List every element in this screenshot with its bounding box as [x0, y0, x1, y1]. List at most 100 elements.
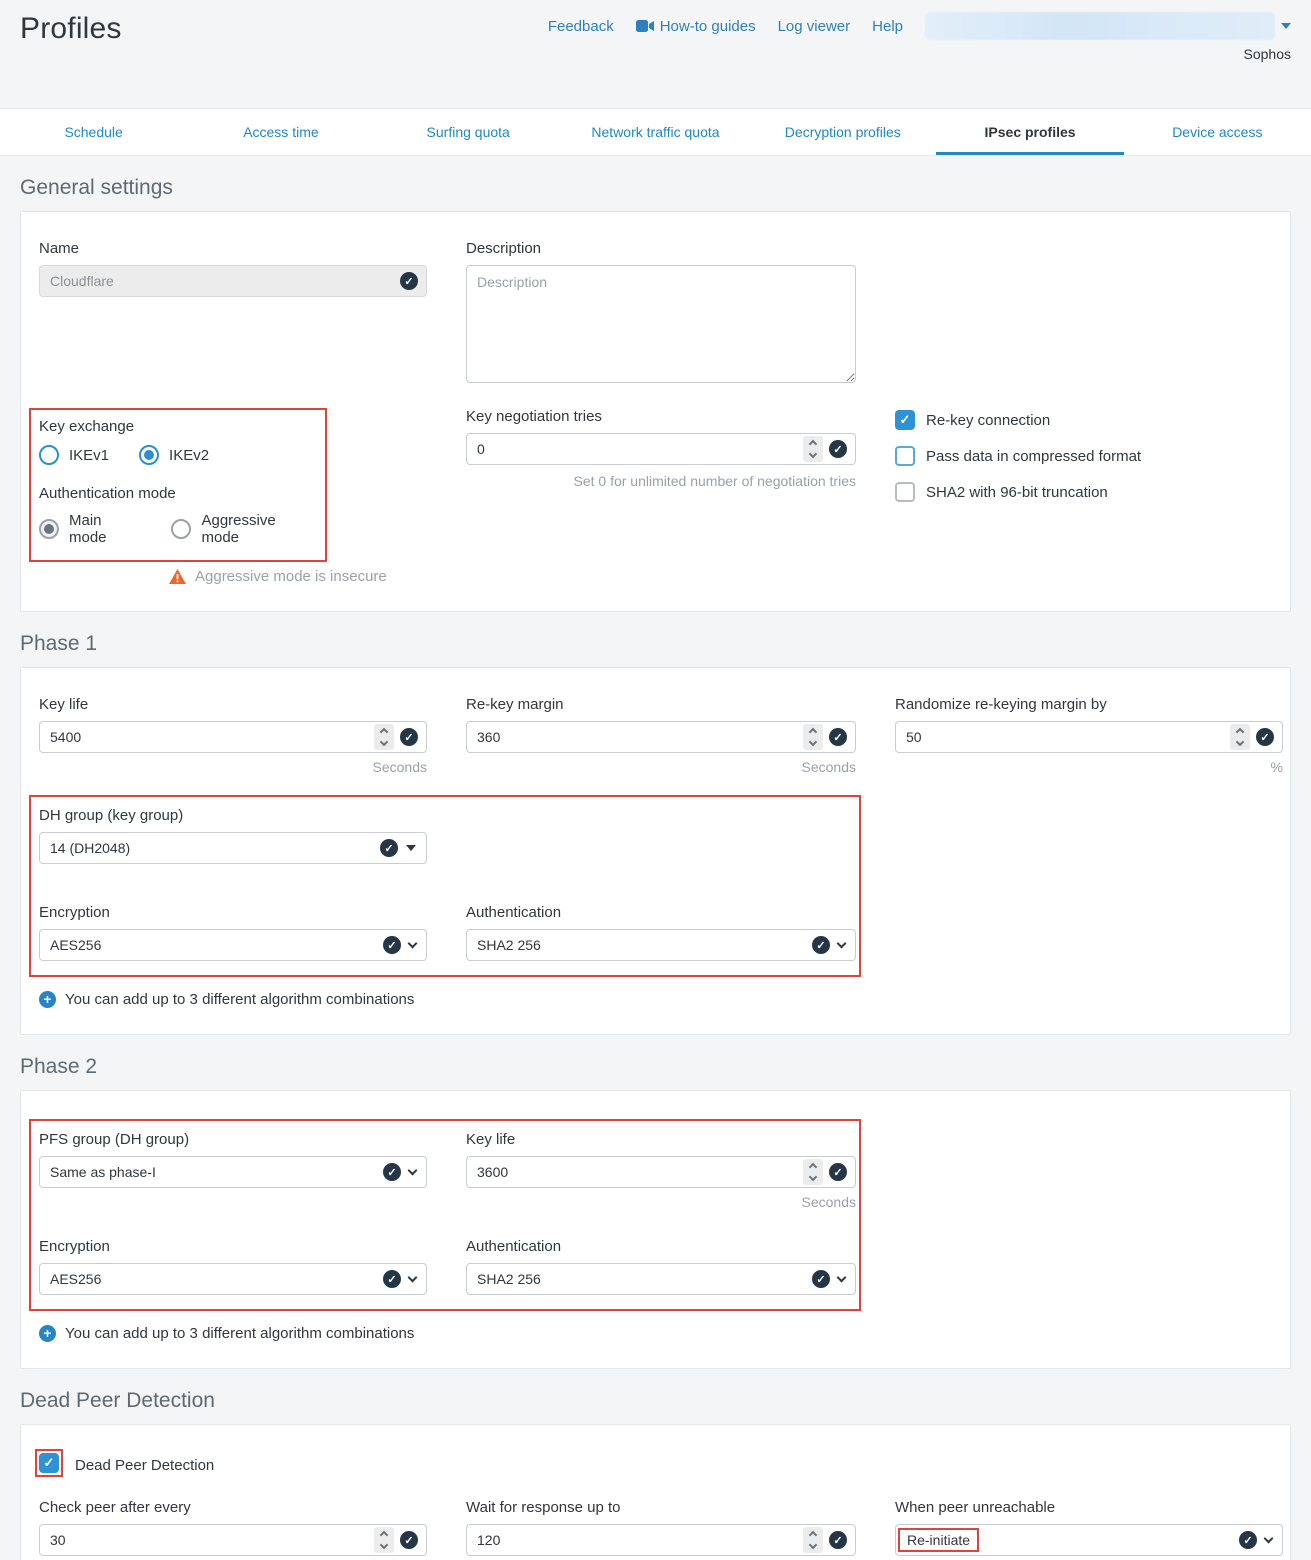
phase1-rekey-margin-value[interactable]: [477, 729, 797, 745]
key-negotiation-label: Key negotiation tries: [466, 408, 856, 425]
number-stepper[interactable]: [803, 724, 823, 750]
dpd-checkbox-icon[interactable]: [39, 1453, 59, 1473]
key-negotiation-input[interactable]: [466, 433, 856, 465]
valid-check-icon: [383, 1163, 401, 1181]
phase2-encryption-select[interactable]: AES256: [39, 1263, 427, 1295]
dpd-check-peer-input[interactable]: [39, 1524, 427, 1556]
phase1-encryption-select[interactable]: AES256: [39, 929, 427, 961]
rekey-connection-checkbox[interactable]: Re-key connection: [895, 410, 1283, 430]
phase2-heading: Phase 2: [20, 1055, 1291, 1079]
dpd-wait-response-value[interactable]: [477, 1532, 797, 1548]
radio-main-mode[interactable]: Main mode: [39, 512, 141, 546]
chevron-down-icon[interactable]: [408, 1273, 418, 1283]
phase2-keylife-group: Key life Seconds: [466, 1131, 856, 1210]
add-icon[interactable]: [39, 1325, 56, 1342]
tab-ipsec-profiles[interactable]: IPsec profiles: [936, 109, 1123, 155]
name-input[interactable]: [39, 265, 427, 297]
phase1-keylife-input[interactable]: [39, 721, 427, 753]
number-stepper[interactable]: [803, 1527, 823, 1553]
phase2-encryption-value: AES256: [50, 1271, 377, 1287]
key-negotiation-value[interactable]: [477, 441, 797, 457]
compressed-format-checkbox[interactable]: Pass data in compressed format: [895, 446, 1283, 466]
phase2-keylife-label: Key life: [466, 1131, 856, 1148]
add-icon[interactable]: [39, 991, 56, 1008]
phase1-randomize-value[interactable]: [906, 729, 1224, 745]
dpd-check-peer-value[interactable]: [50, 1532, 368, 1548]
dpd-peer-unreachable-select[interactable]: Re-initiate: [895, 1524, 1283, 1556]
phase1-encryption-value: AES256: [50, 937, 377, 953]
phase2-keylife-value[interactable]: [477, 1164, 797, 1180]
phase1-dh-value: 14 (DH2048): [50, 840, 374, 856]
number-stepper[interactable]: [803, 436, 823, 462]
phase1-authentication-group: Authentication SHA2 256: [466, 904, 856, 961]
name-input-value[interactable]: [50, 273, 394, 289]
phase1-authentication-select[interactable]: SHA2 256: [466, 929, 856, 961]
tab-schedule[interactable]: Schedule: [0, 109, 187, 155]
phase1-dh-select[interactable]: 14 (DH2048): [39, 832, 427, 864]
chevron-down-icon[interactable]: [408, 939, 418, 949]
tab-surfing-quota[interactable]: Surfing quota: [375, 109, 562, 155]
radio-ikev1-icon[interactable]: [39, 445, 59, 465]
number-stepper[interactable]: [374, 1527, 394, 1553]
account-menu[interactable]: [925, 12, 1291, 40]
sha2-truncation-checkbox-icon[interactable]: [895, 482, 915, 502]
valid-check-icon: [1256, 728, 1274, 746]
page-header: Profiles Feedback How-to guides Log view…: [0, 0, 1311, 108]
dropdown-caret-icon[interactable]: [406, 845, 416, 851]
tab-decryption-profiles[interactable]: Decryption profiles: [749, 109, 936, 155]
radio-aggressive-mode[interactable]: Aggressive mode: [171, 512, 315, 546]
number-stepper[interactable]: [374, 724, 394, 750]
help-link[interactable]: Help: [872, 18, 903, 35]
chevron-down-icon[interactable]: [837, 1273, 847, 1283]
feedback-label: Feedback: [548, 18, 614, 35]
number-stepper[interactable]: [1230, 724, 1250, 750]
dpd-check-peer-group: Check peer after every Seconds: [39, 1499, 427, 1560]
tab-network-traffic-quota[interactable]: Network traffic quota: [562, 109, 749, 155]
number-stepper[interactable]: [803, 1159, 823, 1185]
radio-ikev2[interactable]: IKEv2: [139, 445, 209, 465]
chevron-down-icon[interactable]: [1264, 1534, 1274, 1544]
phase2-authentication-select[interactable]: SHA2 256: [466, 1263, 856, 1295]
phase1-card: Key life Seconds Re-key margin Seconds: [20, 667, 1291, 1035]
phase1-keylife-value[interactable]: [50, 729, 368, 745]
radio-aggressive-mode-label: Aggressive mode: [201, 512, 315, 546]
valid-check-icon: [400, 272, 418, 290]
phase1-note-text: You can add up to 3 different algorithm …: [65, 991, 414, 1008]
valid-check-icon: [380, 839, 398, 857]
dpd-card: Dead Peer Detection Check peer after eve…: [20, 1424, 1291, 1560]
phase1-dh-group: DH group (key group) 14 (DH2048): [39, 807, 427, 864]
chevron-down-icon[interactable]: [408, 1166, 418, 1176]
phase1-rekey-margin-input[interactable]: [466, 721, 856, 753]
phase2-keylife-input[interactable]: [466, 1156, 856, 1188]
feedback-link[interactable]: Feedback: [548, 18, 614, 35]
phase1-randomize-unit: %: [895, 759, 1283, 775]
description-textarea[interactable]: [466, 265, 856, 383]
dpd-wait-response-input[interactable]: [466, 1524, 856, 1556]
chevron-down-icon[interactable]: [837, 939, 847, 949]
peer-unreachable-highlight-box: Re-initiate: [898, 1528, 979, 1552]
tab-access-time[interactable]: Access time: [187, 109, 374, 155]
key-exchange-label: Key exchange: [39, 418, 315, 435]
description-field-group: Description: [466, 240, 856, 388]
radio-aggressive-mode-icon[interactable]: [171, 519, 191, 539]
rekey-connection-checkbox-icon[interactable]: [895, 410, 915, 430]
phase1-authentication-label: Authentication: [466, 904, 856, 921]
valid-check-icon: [400, 728, 418, 746]
radio-ikev2-icon[interactable]: [139, 445, 159, 465]
sha2-truncation-checkbox[interactable]: SHA2 with 96-bit truncation: [895, 482, 1283, 502]
tab-device-access[interactable]: Device access: [1124, 109, 1311, 155]
compressed-format-checkbox-icon[interactable]: [895, 446, 915, 466]
howto-guides-link[interactable]: How-to guides: [636, 18, 756, 35]
radio-ikev1-label: IKEv1: [69, 447, 109, 464]
phase2-pfs-label: PFS group (DH group): [39, 1131, 427, 1148]
key-exchange-column: Key exchange IKEv1 IKEv2 Authenticat: [39, 408, 427, 585]
dpd-check-peer-label: Check peer after every: [39, 1499, 427, 1516]
brand-label: Sophos: [1244, 46, 1291, 62]
valid-check-icon: [829, 728, 847, 746]
log-viewer-link[interactable]: Log viewer: [778, 18, 851, 35]
radio-ikev1[interactable]: IKEv1: [39, 445, 109, 465]
phase1-randomize-input[interactable]: [895, 721, 1283, 753]
phase1-add-combination-note: You can add up to 3 different algorithm …: [39, 991, 1272, 1008]
phase2-pfs-select[interactable]: Same as phase-I: [39, 1156, 427, 1188]
radio-main-mode-icon[interactable]: [39, 519, 59, 539]
